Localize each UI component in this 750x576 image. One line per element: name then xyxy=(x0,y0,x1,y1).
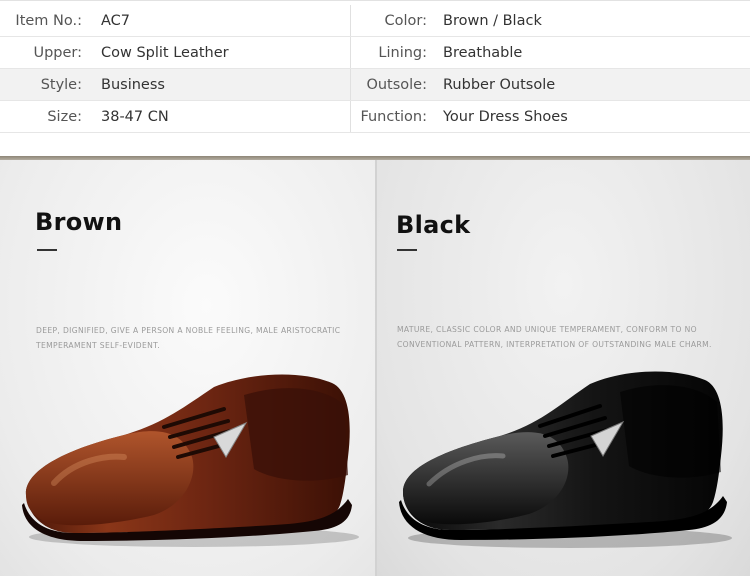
spec-label: Upper: xyxy=(33,45,82,61)
product-description: DEEP, DIGNIFIED, GIVE A PERSON A NOBLE F… xyxy=(36,323,340,353)
spec-value: Rubber Outsole xyxy=(443,77,556,93)
spec-label: Color: xyxy=(384,13,428,29)
description-line: DEEP, DIGNIFIED, GIVE A PERSON A NOBLE F… xyxy=(36,326,341,335)
description-line: TEMPERAMENT SELF-EVIDENT. xyxy=(36,341,161,350)
title-dash xyxy=(397,249,417,251)
spec-label: Function: xyxy=(360,109,427,125)
product-panel-brown: Brown DEEP, DIGNIFIED, GIVE A PERSON A N… xyxy=(0,160,375,576)
spec-value: Breathable xyxy=(443,45,523,61)
product-panel-black: Black MATURE, CLASSIC COLOR AND UNIQUE T… xyxy=(377,160,750,576)
spec-label: Style: xyxy=(40,77,82,93)
product-description: MATURE, CLASSIC COLOR AND UNIQUE TEMPERA… xyxy=(397,322,712,352)
spec-value: Business xyxy=(101,77,165,93)
spec-row: Style: Business Outsole: Rubber Outsole xyxy=(0,69,750,101)
description-line: CONVENTIONAL PATTERN, INTERPRETATION OF … xyxy=(397,340,712,349)
black-shoe-image xyxy=(399,371,732,548)
brown-shoe-image xyxy=(22,374,359,547)
spec-row: Item No.: AC7 Color: Brown / Black xyxy=(0,5,750,37)
spec-label: Outsole: xyxy=(366,77,427,93)
spec-value: Your Dress Shoes xyxy=(443,109,568,125)
description-line: MATURE, CLASSIC COLOR AND UNIQUE TEMPERA… xyxy=(397,325,697,334)
product-title: Brown xyxy=(35,208,123,236)
spec-label: Size: xyxy=(47,109,82,125)
title-dash xyxy=(37,249,57,251)
product-title: Black xyxy=(396,211,471,239)
spec-row: Size: 38-47 CN Function: Your Dress Shoe… xyxy=(0,101,750,133)
spec-value: Brown / Black xyxy=(443,13,542,29)
spec-table: Item No.: AC7 Color: Brown / Black Upper… xyxy=(0,0,750,136)
spec-label: Lining: xyxy=(378,45,427,61)
spec-value: Cow Split Leather xyxy=(101,45,229,61)
spec-label: Item No.: xyxy=(15,13,82,29)
spec-value: 38-47 CN xyxy=(101,109,169,125)
spec-row: Upper: Cow Split Leather Lining: Breatha… xyxy=(0,37,750,69)
spec-value: AC7 xyxy=(101,13,131,29)
